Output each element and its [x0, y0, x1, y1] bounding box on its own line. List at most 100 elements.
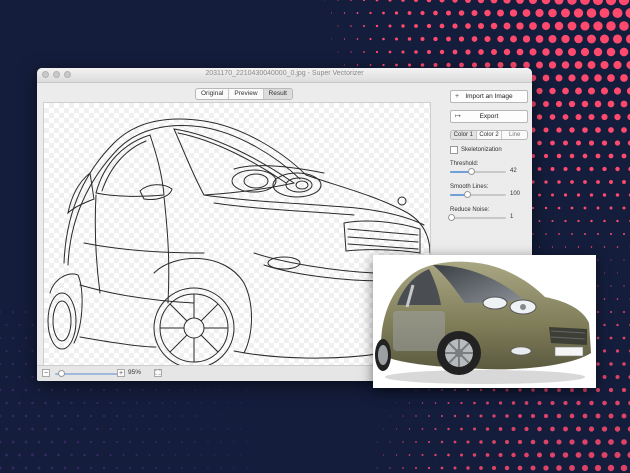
halftone-dot: [11, 414, 15, 418]
halftone-dot: [453, 440, 457, 444]
halftone-dot: [614, 426, 621, 432]
halftone-dot: [586, 8, 597, 18]
halftone-dot: [571, 233, 573, 235]
halftone-dot: [331, 38, 332, 40]
halftone-dot: [622, 232, 626, 236]
halftone-dot: [472, 453, 477, 457]
slider-knob[interactable]: [448, 214, 456, 221]
halftone-dot: [603, 246, 606, 248]
halftone-dot: [600, 87, 609, 95]
halftone-dot: [563, 140, 568, 146]
halftone-dot: [428, 389, 430, 391]
tab-result[interactable]: Result: [263, 89, 292, 99]
halftone-dot: [497, 35, 504, 43]
halftone-dot: [24, 362, 28, 366]
slider-knob[interactable]: [463, 191, 471, 198]
slider-track[interactable]: [448, 214, 506, 221]
halftone-dot: [505, 414, 509, 418]
halftone-dot: [401, 24, 405, 28]
title-bar[interactable]: 2031170_2210430040000_0.jpg - Super Vect…: [37, 68, 532, 83]
halftone-dot: [233, 415, 235, 417]
halftone-dot: [498, 452, 503, 458]
halftone-dot: [616, 246, 619, 248]
halftone-dot: [239, 428, 242, 430]
export-button[interactable]: ↦ Export: [450, 110, 528, 123]
halftone-dot: [511, 427, 516, 431]
halftone-dot: [246, 467, 248, 469]
halftone-dot: [394, 11, 399, 15]
zoom-slider-knob[interactable]: [58, 370, 66, 377]
halftone-dot: [537, 452, 542, 458]
halftone-dot: [369, 64, 372, 66]
tab-preview[interactable]: Preview: [229, 89, 264, 99]
import-image-button[interactable]: + Import an Image: [450, 90, 528, 103]
halftone-dot: [612, 34, 623, 44]
halftone-dot: [194, 467, 196, 469]
halftone-dot: [536, 61, 543, 69]
halftone-dot: [31, 323, 34, 327]
halftone-dot: [537, 140, 542, 146]
halftone-dot: [479, 440, 483, 444]
halftone-dot: [168, 441, 170, 443]
reduce-noise-slider[interactable]: 1: [448, 213, 528, 223]
halftone-dot: [148, 453, 151, 457]
skeletonization-option[interactable]: Skeletonization: [450, 146, 528, 154]
halftone-dot: [25, 311, 27, 313]
halftone-dot: [583, 206, 587, 210]
halftone-dot: [609, 310, 613, 314]
halftone-dot: [181, 389, 183, 391]
halftone-dot: [414, 24, 418, 28]
halftone-dot: [408, 428, 411, 430]
halftone-dot: [433, 36, 438, 42]
halftone-dot: [511, 401, 516, 405]
halftone-dot: [420, 63, 425, 67]
halftone-dot: [174, 428, 177, 430]
halftone-dot: [389, 441, 391, 443]
tab-color-2[interactable]: Color 2: [477, 131, 503, 139]
halftone-dot: [141, 440, 145, 444]
tab-original[interactable]: Original: [196, 89, 230, 99]
halftone-dot: [621, 387, 627, 393]
halftone-dot: [609, 180, 613, 184]
halftone-dot: [420, 37, 425, 41]
slider-track[interactable]: [450, 168, 506, 175]
halftone-dot: [389, 415, 391, 417]
halftone-dot: [522, 35, 531, 43]
view-tabs: Original Preview Result: [195, 88, 293, 100]
halftone-dot: [407, 37, 412, 41]
halftone-dot: [596, 336, 600, 340]
halftone-dot: [37, 466, 41, 470]
fit-screen-icon[interactable]: ⛶: [154, 369, 162, 377]
halftone-dot: [465, 23, 471, 29]
zoom-slider[interactable]: [55, 370, 119, 377]
smooth-lines-slider[interactable]: 100: [450, 190, 528, 200]
halftone-dot: [70, 453, 73, 457]
threshold-slider[interactable]: 42: [450, 167, 528, 177]
halftone-dot: [382, 37, 385, 41]
halftone-dot: [161, 402, 164, 404]
zoom-value: 95%: [128, 369, 142, 376]
halftone-dot: [5, 323, 8, 327]
halftone-dot: [498, 401, 503, 405]
halftone-dot: [388, 24, 392, 28]
halftone-dot: [11, 466, 15, 470]
halftone-dot: [550, 400, 555, 406]
zoom-in-button[interactable]: +: [117, 369, 125, 377]
halftone-dot: [447, 453, 450, 457]
slider-track[interactable]: [450, 191, 506, 198]
zoom-out-button[interactable]: −: [42, 369, 50, 377]
skeletonization-checkbox[interactable]: [450, 146, 458, 154]
halftone-dot: [580, 47, 590, 57]
halftone-dot: [610, 285, 612, 287]
halftone-dot: [516, 0, 524, 4]
tab-line[interactable]: Line: [502, 131, 527, 139]
original-car-photo: [373, 255, 596, 388]
halftone-dot: [522, 9, 531, 17]
halftone-dot: [5, 375, 8, 379]
halftone-dot: [452, 49, 458, 55]
halftone-dot: [246, 389, 248, 391]
halftone-dot: [420, 10, 425, 16]
slider-knob[interactable]: [468, 168, 476, 175]
halftone-dot: [453, 466, 457, 470]
tab-color-1[interactable]: Color 1: [451, 131, 477, 139]
